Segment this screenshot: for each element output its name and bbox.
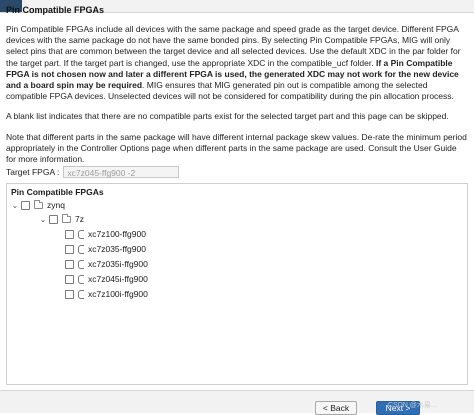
watermark: CSDN @木易... [388, 402, 437, 409]
tree-leaf-part[interactable]: xc7z035-ffg900 [65, 242, 146, 256]
part-label: xc7z100-ffg900 [88, 229, 146, 239]
checkbox-part[interactable] [65, 289, 74, 299]
tree-leaf-part[interactable]: xc7z045i-ffg900 [65, 272, 148, 286]
checkbox-zynq[interactable] [21, 200, 30, 210]
tree-node-zynq[interactable]: ⌄ zynq [11, 198, 65, 212]
chevron-down-icon[interactable]: ⌄ [11, 201, 19, 210]
chip-icon [78, 229, 84, 239]
tree-node-label: 7z [75, 214, 84, 224]
chip-icon [78, 244, 84, 254]
part-label: xc7z045i-ffg900 [88, 274, 148, 284]
checkbox-7z[interactable] [49, 214, 58, 224]
page-title: Pin Compatible FPGAs [6, 5, 105, 15]
chip-icon [78, 274, 84, 284]
description: Pin Compatible FPGAs include all devices… [6, 24, 468, 174]
tree-node-label: zynq [47, 200, 65, 210]
chevron-down-icon[interactable]: ⌄ [39, 215, 47, 224]
chip-icon [78, 289, 84, 299]
chip-icon [78, 259, 84, 269]
target-fpga-label: Target FPGA : [6, 167, 60, 177]
panel-title: Pin Compatible FPGAs [11, 187, 104, 197]
checkbox-part[interactable] [65, 229, 74, 239]
part-label: xc7z035-ffg900 [88, 244, 146, 254]
tree-leaf-part[interactable]: xc7z100i-ffg900 [65, 287, 148, 301]
blank-list-note: A blank list indicates that there are no… [6, 111, 449, 122]
checkbox-part[interactable] [65, 244, 74, 254]
intro-paragraph: Pin Compatible FPGAs include all devices… [6, 24, 461, 102]
tree-leaf-part[interactable]: xc7z035i-ffg900 [65, 257, 148, 271]
folder-icon [62, 213, 71, 223]
folder-icon [34, 199, 43, 209]
tree-node-7z[interactable]: ⌄ 7z [39, 212, 84, 226]
checkbox-part[interactable] [65, 274, 74, 284]
part-label: xc7z100i-ffg900 [88, 289, 148, 299]
target-fpga-field: xc7z045-ffg900 -2 [63, 166, 180, 178]
target-fpga-row: Target FPGA : xc7z045-ffg900 -2 [6, 165, 180, 179]
tree-leaf-part[interactable]: xc7z100-ffg900 [65, 227, 146, 241]
back-button[interactable]: < Back [315, 401, 357, 415]
part-label: xc7z035i-ffg900 [88, 259, 148, 269]
skew-note: Note that different parts in the same pa… [6, 131, 467, 165]
checkbox-part[interactable] [65, 259, 74, 269]
pin-compatible-panel: Pin Compatible FPGAs ⌄ zynq ⌄ 7z xc7z100… [6, 183, 468, 385]
